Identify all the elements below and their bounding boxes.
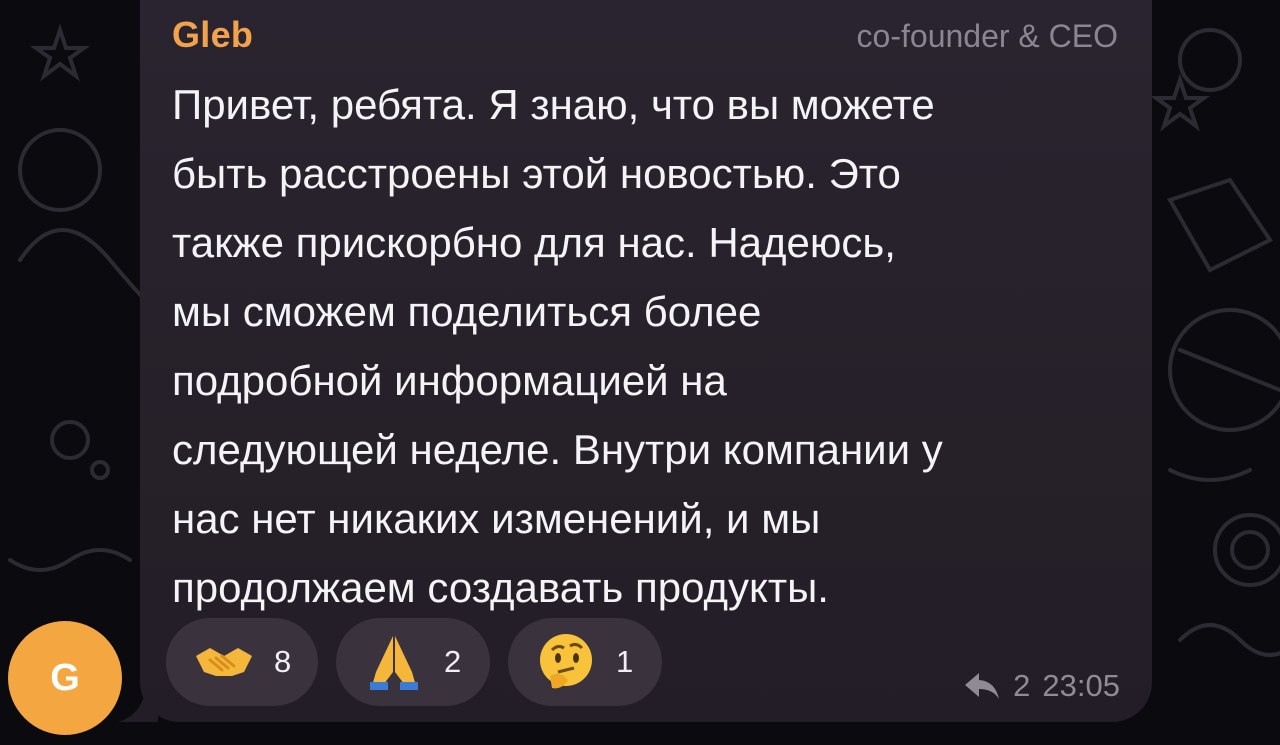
reaction-count: 8 [274, 644, 292, 679]
sender-name[interactable]: Gleb [172, 14, 253, 56]
reaction-handshake[interactable]: 8 [166, 618, 318, 706]
handshake-icon [194, 632, 254, 692]
reactions-bar: 8 2 1 [166, 618, 662, 706]
reaction-thinking[interactable]: 1 [508, 618, 662, 706]
message-time: 23:05 [1042, 668, 1120, 703]
reply-count[interactable]: 2 [1013, 668, 1030, 704]
reaction-count: 1 [616, 644, 634, 679]
thinking-face-icon [536, 632, 596, 692]
message-meta: 2 23:05 [963, 668, 1120, 704]
reaction-folded-hands[interactable]: 2 [336, 618, 490, 706]
reply-icon[interactable] [963, 671, 1001, 701]
sender-role: co-founder & CEO [856, 18, 1118, 54]
avatar-initial: G [50, 656, 80, 699]
sender-avatar[interactable]: G [8, 621, 122, 735]
folded-hands-icon [364, 632, 424, 692]
message-bubble[interactable]: Gleb co-founder & CEO Привет, ребята. Я … [140, 0, 1152, 722]
message-text: Привет, ребята. Я знаю, что вы можете бы… [172, 81, 943, 611]
reaction-count: 2 [444, 644, 462, 679]
